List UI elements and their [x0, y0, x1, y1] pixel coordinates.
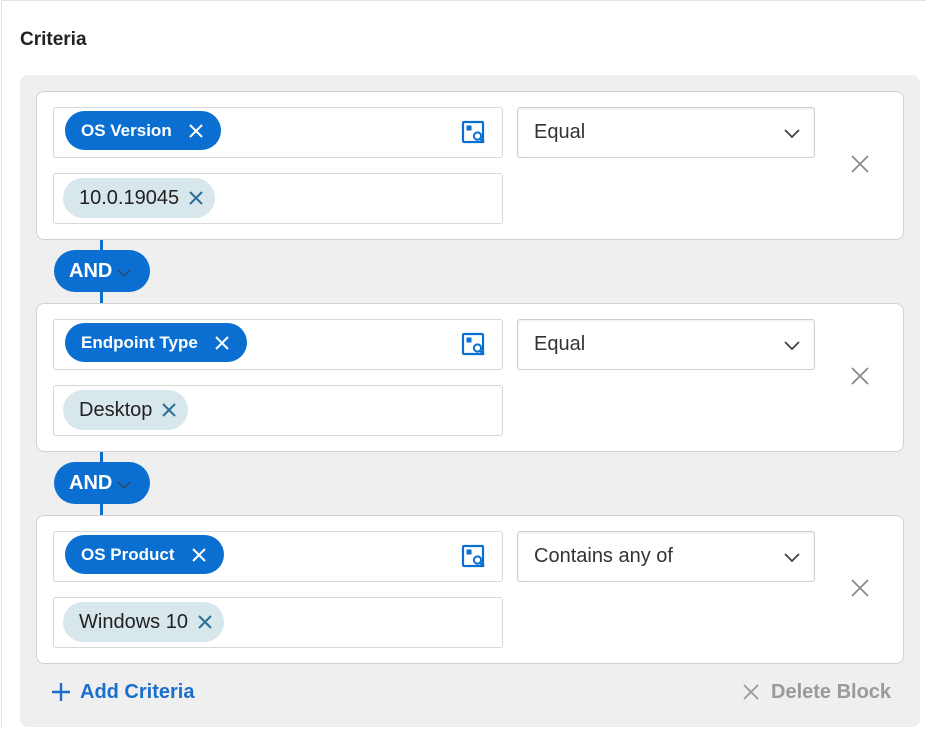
delete-block-button[interactable]: Delete Block: [742, 678, 891, 706]
operator-value: Equal: [534, 121, 586, 143]
field-chip-label: OS Version: [81, 120, 172, 140]
section-title: Criteria: [20, 29, 87, 50]
value-input[interactable]: Windows 10: [53, 597, 503, 648]
operator-select[interactable]: Equal: [517, 107, 815, 158]
remove-criteria-icon[interactable]: [849, 153, 871, 175]
operator-value: Equal: [534, 333, 586, 355]
criteria-row: Endpoint Type Desktop Equal: [36, 303, 904, 452]
close-icon: [742, 683, 760, 701]
chevron-down-icon: [783, 336, 801, 354]
remove-value-icon[interactable]: [195, 612, 215, 632]
value-chip: Desktop: [63, 390, 189, 430]
chevron-down-icon: [116, 475, 132, 490]
chevron-down-icon: [116, 263, 132, 278]
logic-operator-toggle[interactable]: AND: [54, 462, 150, 504]
value-chip-label: Windows 10: [79, 610, 188, 633]
value-chip: 10.0.19045: [63, 178, 216, 218]
remove-field-icon[interactable]: [186, 121, 206, 141]
field-selector[interactable]: Endpoint Type: [53, 319, 503, 370]
remove-value-icon[interactable]: [186, 188, 206, 208]
logic-operator-label: AND: [69, 471, 113, 494]
criteria-row: OS Product Windows 10 Contains any of: [36, 515, 904, 664]
add-criteria-button[interactable]: Add Criteria: [50, 678, 194, 706]
field-selector[interactable]: OS Version: [53, 107, 503, 158]
value-input[interactable]: 10.0.19045: [53, 173, 503, 224]
field-chip-label: Endpoint Type: [81, 332, 198, 352]
field-selector[interactable]: OS Product: [53, 531, 503, 582]
criteria-row: OS Version 10.0.19045 Equal: [36, 91, 904, 240]
remove-criteria-icon[interactable]: [849, 365, 871, 387]
field-chip: OS Product: [65, 535, 224, 574]
delete-block-label: Delete Block: [771, 680, 892, 703]
plus-icon: [50, 681, 72, 703]
operator-select[interactable]: Contains any of: [517, 531, 815, 582]
remove-value-icon[interactable]: [159, 400, 179, 420]
logic-operator-label: AND: [69, 259, 113, 282]
value-chip-label: Desktop: [79, 398, 153, 421]
operator-value: Contains any of: [534, 545, 673, 567]
remove-field-icon[interactable]: [212, 333, 232, 353]
value-chip: Windows 10: [63, 602, 224, 642]
value-input[interactable]: Desktop: [53, 385, 503, 436]
operator-select[interactable]: Equal: [517, 319, 815, 370]
field-chip: OS Version: [65, 111, 221, 150]
field-chip-label: OS Product: [81, 544, 175, 564]
chevron-down-icon: [783, 548, 801, 566]
field-browse-icon[interactable]: [461, 332, 487, 358]
field-chip: Endpoint Type: [65, 323, 247, 362]
logic-operator-toggle[interactable]: AND: [54, 250, 150, 292]
remove-field-icon[interactable]: [189, 545, 209, 565]
field-browse-icon[interactable]: [461, 120, 487, 146]
field-browse-icon[interactable]: [461, 544, 487, 570]
chevron-down-icon: [783, 124, 801, 142]
add-criteria-label: Add Criteria: [80, 680, 195, 703]
remove-criteria-icon[interactable]: [849, 577, 871, 599]
value-chip-label: 10.0.19045: [79, 186, 180, 209]
